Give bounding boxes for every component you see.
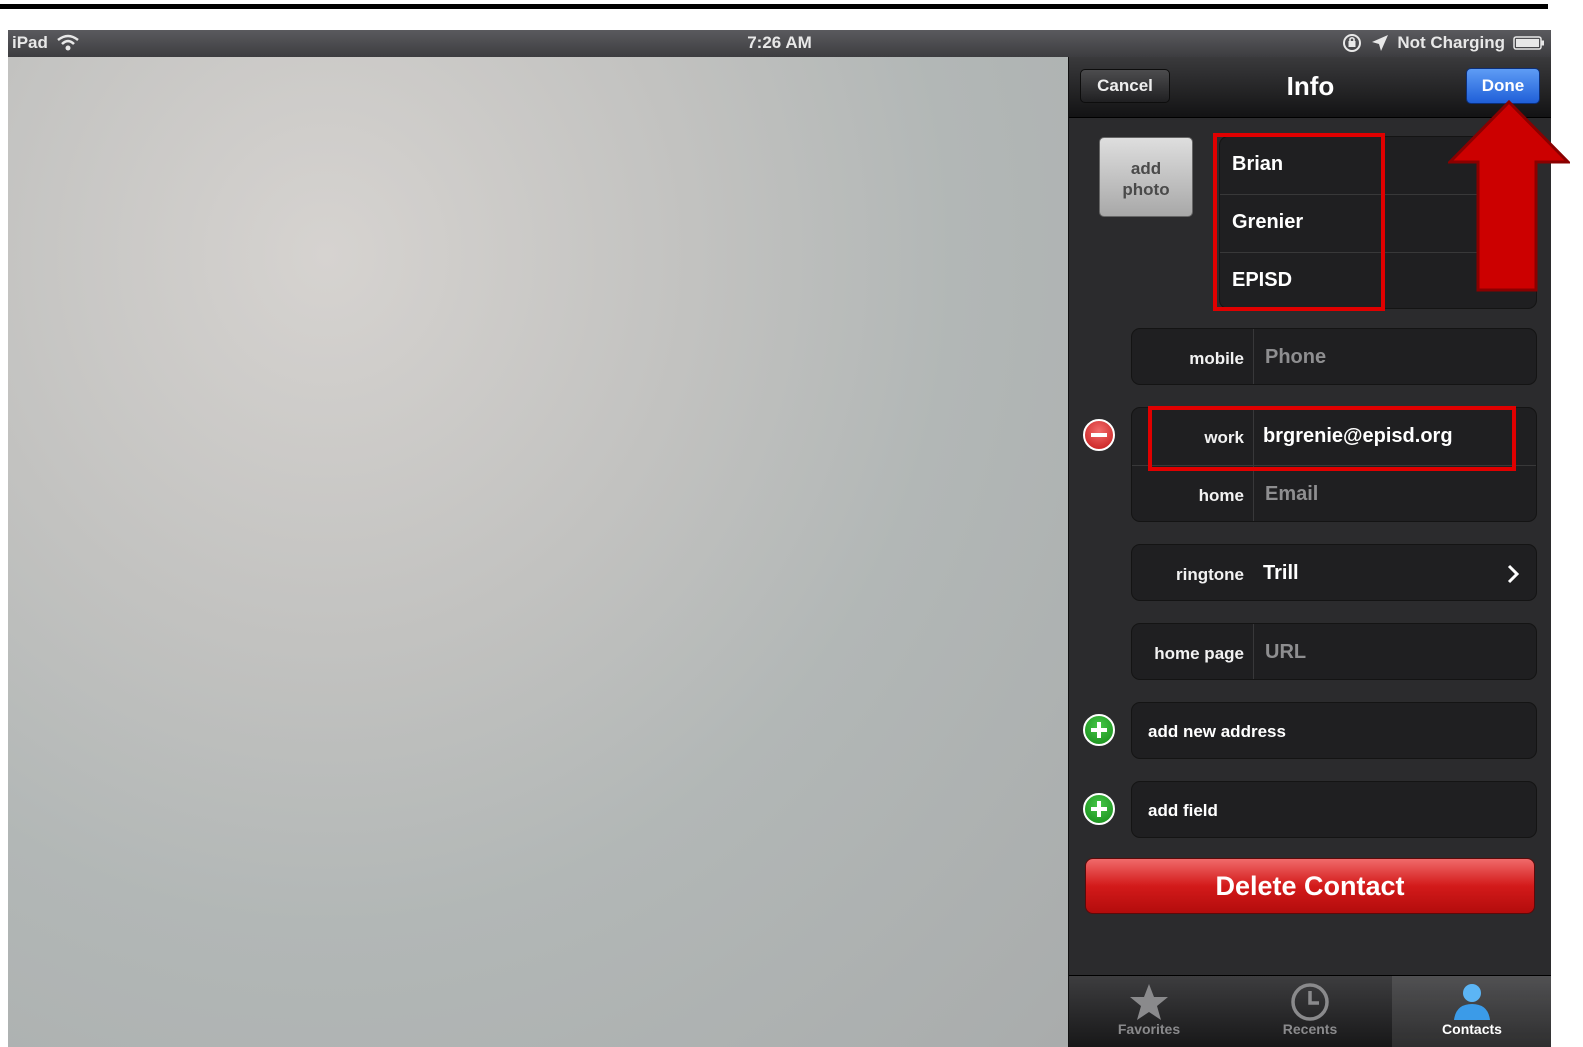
home-page-label: home page: [1154, 644, 1244, 663]
status-bar: iPad 7:26 AM Not Charging: [8, 30, 1551, 57]
add-address-icon[interactable]: [1083, 714, 1115, 746]
star-icon: [1130, 984, 1168, 1020]
camera-background: [8, 57, 1068, 1047]
tab-recents[interactable]: Recents: [1230, 976, 1390, 1047]
phone-group: mobile Phone: [1131, 328, 1537, 385]
add-field-icon[interactable]: [1083, 793, 1115, 825]
add-field-label: add field: [1148, 801, 1218, 820]
location-arrow-icon: [1372, 35, 1389, 51]
home-page-group: home page URL: [1131, 623, 1537, 680]
phone-input[interactable]: Phone: [1265, 346, 1326, 369]
home-email-row[interactable]: home Email: [1132, 466, 1536, 523]
person-icon: [1454, 984, 1490, 1020]
add-photo-button[interactable]: add photo: [1099, 137, 1193, 217]
tab-contacts-label: Contacts: [1442, 1021, 1502, 1037]
add-photo-label-line1: add: [1130, 159, 1162, 178]
home-email-label: home: [1198, 486, 1244, 505]
name-highlight-box: [1213, 133, 1385, 311]
ringtone-value: Trill: [1263, 562, 1299, 584]
home-page-row[interactable]: home page URL: [1132, 624, 1536, 681]
work-email-highlight-box: [1148, 406, 1516, 471]
tab-favorites-label: Favorites: [1117, 1021, 1181, 1037]
up-arrow-annotation-icon: [1448, 100, 1570, 292]
tab-contacts[interactable]: Contacts: [1392, 976, 1551, 1047]
ringtone-row[interactable]: ringtone Trill: [1131, 544, 1537, 601]
add-new-address-row[interactable]: add new address: [1131, 702, 1537, 759]
delete-contact-button[interactable]: Delete Contact: [1085, 858, 1535, 914]
done-button[interactable]: Done: [1466, 68, 1540, 104]
tab-bar: Favorites Recents Contacts: [1069, 975, 1551, 1047]
remove-email-icon[interactable]: [1083, 419, 1115, 451]
top-border-line: [0, 4, 1548, 9]
charging-status: Not Charging: [1397, 33, 1505, 52]
home-email-input[interactable]: Email: [1265, 483, 1318, 506]
battery-icon: [1513, 36, 1544, 50]
mobile-phone-row[interactable]: mobile Phone: [1132, 329, 1536, 386]
url-input[interactable]: URL: [1265, 641, 1306, 664]
add-photo-label-line2: photo: [1122, 180, 1170, 199]
status-time: 7:26 AM: [747, 33, 812, 52]
tab-favorites[interactable]: Favorites: [1069, 976, 1229, 1047]
add-new-address-label: add new address: [1148, 722, 1286, 741]
clock-icon: [1291, 983, 1329, 1021]
tab-recents-label: Recents: [1282, 1021, 1338, 1037]
chevron-right-icon: [1507, 564, 1520, 584]
ringtone-label: ringtone: [1176, 565, 1244, 584]
mobile-label: mobile: [1189, 349, 1244, 368]
add-field-row[interactable]: add field: [1131, 781, 1537, 838]
orientation-lock-icon: [1343, 34, 1362, 52]
